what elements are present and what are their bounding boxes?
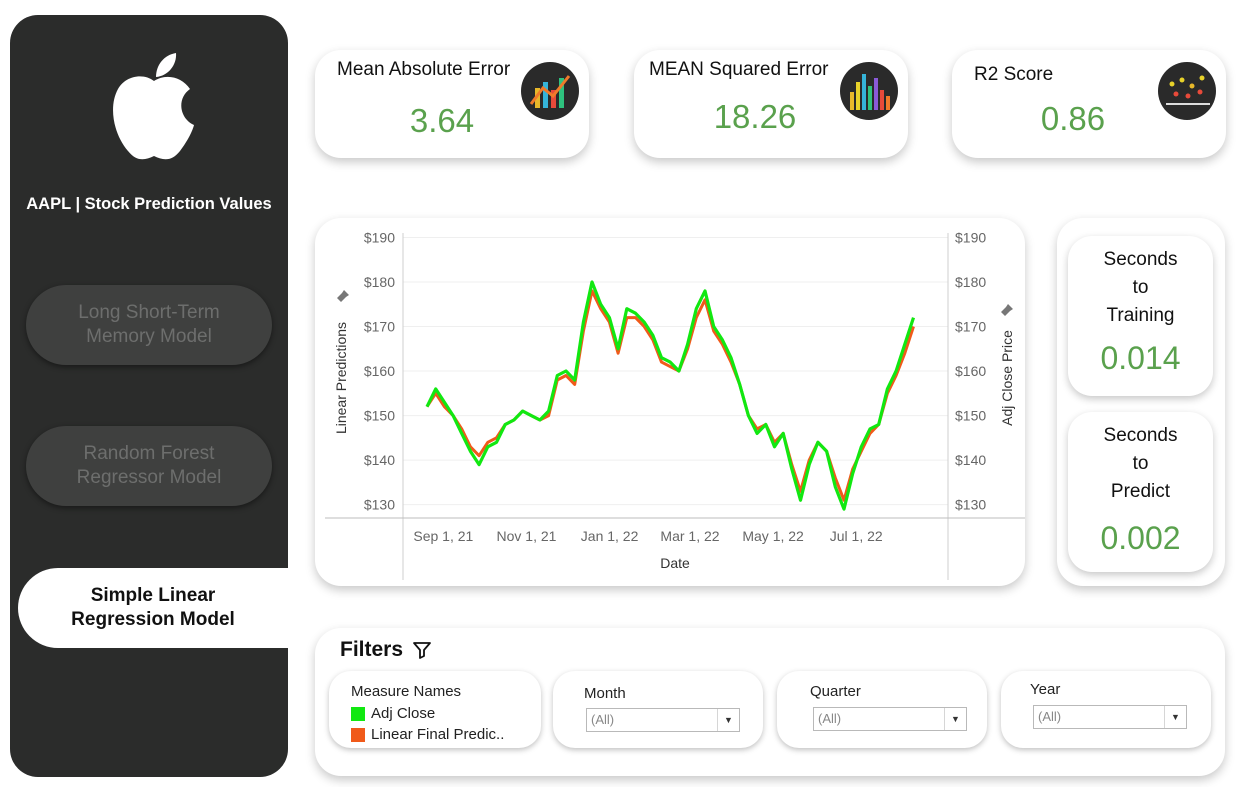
legend-item-linear-prediction[interactable]: Linear Final Predic.. <box>351 726 504 743</box>
prediction-line-chart[interactable]: $130 $130 $140 $140 $150 $150 $160 $160 $170 $170… <box>315 218 1025 586</box>
y-tick-left: $180 <box>364 274 395 290</box>
prediction-chart-card: $130 $130 $140 $140 $150 $150 $160 $160 $170 $170… <box>315 218 1025 586</box>
simple-linear-regression-button[interactable]: Simple Linear Regression Model <box>18 568 288 648</box>
apple-logo-icon <box>113 53 194 160</box>
month-select-value: (All) <box>591 712 615 727</box>
y-tick-left: $140 <box>364 452 395 468</box>
funnel-icon <box>413 642 431 659</box>
legend-item-adj-close[interactable]: Adj Close <box>351 705 435 722</box>
mae-card: Mean Absolute Error 3.64 <box>315 50 589 158</box>
training-time-card: Seconds to Training 0.014 <box>1068 236 1213 396</box>
training-time-value: 0.014 <box>1100 340 1181 376</box>
bar-chart-icon <box>840 62 898 120</box>
series-line-linear-prediction[interactable] <box>425 289 915 502</box>
r2-card: R2 Score 0.86 <box>952 50 1226 158</box>
scatter-plot-icon <box>1158 62 1216 120</box>
month-select[interactable]: (All) ▼ <box>586 708 740 732</box>
y-tick-left: $150 <box>364 408 395 424</box>
y-tick-left: $130 <box>364 497 395 513</box>
month-filter-label: Month <box>584 685 626 702</box>
x-tick-label: Sep 1, 21 <box>413 528 473 544</box>
year-filter-label: Year <box>1030 681 1061 698</box>
training-time-label: Seconds to Training <box>1103 249 1178 326</box>
year-select-value: (All) <box>1038 709 1062 724</box>
filters-title: Filters <box>340 638 404 661</box>
year-filter: Year (All) ▼ <box>1001 671 1211 748</box>
chevron-down-icon[interactable]: ▼ <box>717 709 739 731</box>
x-tick-label: Jan 1, 22 <box>581 528 639 544</box>
y-axis-left-label: Linear Predictions <box>333 322 349 434</box>
mse-title: MEAN Squared Error <box>649 59 829 80</box>
predict-time-label: Seconds to Predict <box>1103 425 1178 502</box>
r2-title: R2 Score <box>974 64 1054 85</box>
chevron-down-icon[interactable]: ▼ <box>1164 706 1186 728</box>
quarter-filter-label: Quarter <box>810 683 861 700</box>
mae-value: 3.64 <box>409 102 475 139</box>
year-select[interactable]: (All) ▼ <box>1033 705 1187 729</box>
line-chart-icon <box>521 62 579 120</box>
quarter-select[interactable]: (All) ▼ <box>813 707 967 731</box>
y-tick-right: $170 <box>955 319 986 335</box>
sidebar: AAPL | Stock Prediction Values <box>10 15 288 777</box>
month-filter: Month (All) ▼ <box>553 671 763 748</box>
legend-label: Adj Close <box>371 705 436 722</box>
pin-icon <box>337 290 349 302</box>
quarter-select-value: (All) <box>818 711 842 726</box>
y-tick-right: $180 <box>955 274 986 290</box>
x-tick-label: Mar 1, 22 <box>660 528 719 544</box>
predict-time-value: 0.002 <box>1100 520 1181 556</box>
quarter-filter: Quarter (All) ▼ <box>777 671 987 748</box>
y-tick-right: $190 <box>955 229 986 245</box>
predict-time-card: Seconds to Predict 0.002 <box>1068 412 1213 572</box>
legend-label: Linear Final Predic.. <box>371 726 505 743</box>
x-tick-label: Nov 1, 21 <box>497 528 557 544</box>
mse-value: 18.26 <box>713 98 797 135</box>
y-tick-right: $130 <box>955 497 986 513</box>
mse-card: MEAN Squared Error 18.26 <box>634 50 908 158</box>
mae-title: Mean Absolute Error <box>337 59 511 80</box>
y-tick-left: $170 <box>364 319 395 335</box>
measure-names-label: Measure Names <box>351 683 462 700</box>
r2-value: 0.86 <box>1040 100 1106 137</box>
brand-title: AAPL | Stock Prediction Values <box>26 195 272 213</box>
y-tick-right: $160 <box>955 363 986 379</box>
y-axis-right-label: Adj Close Price <box>999 330 1015 426</box>
random-forest-model-button[interactable]: Random Forest Regressor Model <box>26 426 272 506</box>
x-tick-label: Jul 1, 22 <box>830 528 883 544</box>
x-axis-label: Date <box>660 555 690 571</box>
y-tick-right: $140 <box>955 452 986 468</box>
x-tick-label: May 1, 22 <box>742 528 804 544</box>
lstm-model-button[interactable]: Long Short-Term Memory Model <box>26 285 272 365</box>
prediction-swatch <box>351 727 365 742</box>
y-tick-left: $190 <box>364 229 395 245</box>
adj-close-swatch <box>351 706 365 721</box>
filters-panel: Filters Measure Names Adj Close Linear F… <box>315 628 1225 776</box>
y-tick-left: $160 <box>364 363 395 379</box>
y-tick-right: $150 <box>955 408 986 424</box>
series-line-adj-close[interactable] <box>425 280 916 511</box>
pin-icon <box>1001 304 1013 316</box>
chevron-down-icon[interactable]: ▼ <box>944 708 966 730</box>
measure-names-legend: Measure Names Adj Close Linear Final Pre… <box>329 671 541 748</box>
